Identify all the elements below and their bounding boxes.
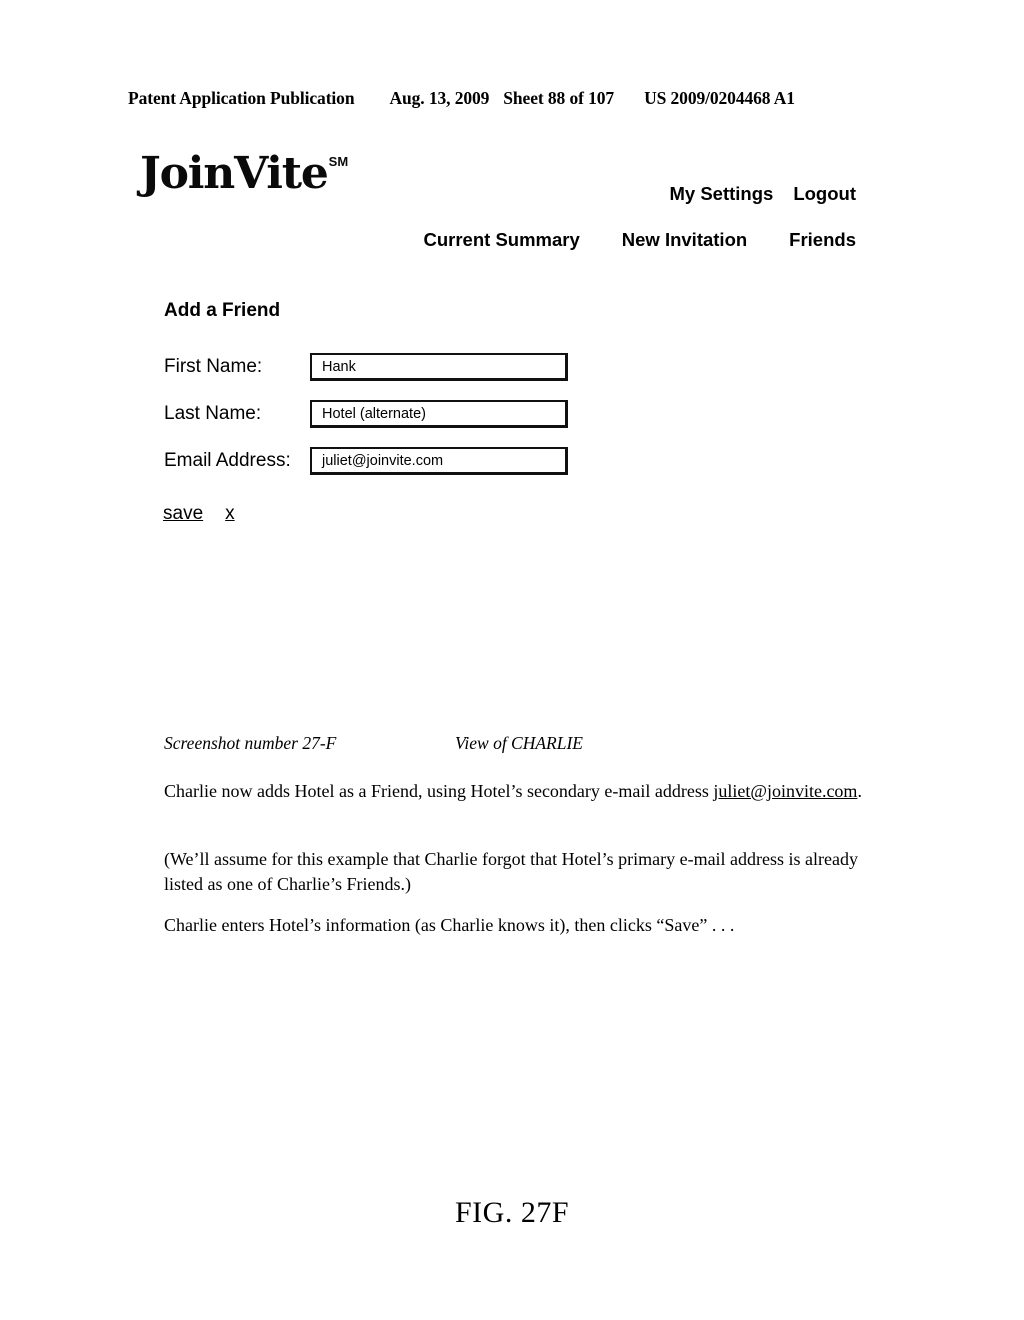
last-name-label: Last Name: — [164, 403, 262, 424]
last-name-value: Hotel (alternate) — [322, 405, 426, 422]
last-name-input[interactable]: Hotel (alternate) — [310, 400, 568, 428]
form-actions: save x — [163, 503, 235, 525]
cancel-link[interactable]: x — [225, 503, 235, 525]
first-name-value: Hank — [322, 358, 356, 375]
first-name-label: First Name: — [164, 356, 263, 377]
description-paragraph-2: (We’ll assume for this example that Char… — [164, 849, 859, 894]
paragraph-1-text-before: Charlie now adds Hotel as a Friend, usin… — [164, 781, 714, 801]
account-nav: My Settings Logout — [0, 183, 857, 205]
nav-logout[interactable]: Logout — [793, 183, 856, 205]
description-paragraph-3: Charlie enters Hotel’s information (as C… — [164, 915, 735, 935]
last-name-row: Last Name: Hotel (alternate) — [164, 399, 568, 429]
service-mark-superscript: SM — [328, 154, 349, 169]
nav-friends[interactable]: Friends — [789, 229, 856, 251]
description-paragraph-1: Charlie now adds Hotel as a Friend, usin… — [164, 779, 879, 804]
figure-label: FIG. 27F — [454, 1196, 570, 1229]
email-address-row: Email Address: juliet@joinvite.com — [164, 446, 568, 476]
email-address-input[interactable]: juliet@joinvite.com — [310, 447, 568, 475]
add-friend-heading: Add a Friend — [164, 300, 281, 321]
paragraph-1-email-link[interactable]: juliet@joinvite.com — [713, 781, 857, 801]
email-address-label: Email Address: — [164, 450, 291, 471]
screenshot-number: Screenshot number 27-F — [164, 733, 337, 753]
main-nav: Current Summary New Invitation Friends — [0, 229, 857, 251]
email-address-value: juliet@joinvite.com — [322, 452, 444, 469]
paragraph-1-text-after: . — [857, 781, 862, 801]
nav-current-summary[interactable]: Current Summary — [424, 229, 580, 251]
first-name-input[interactable]: Hank — [310, 353, 568, 381]
save-link[interactable]: save — [163, 503, 203, 525]
nav-my-settings[interactable]: My Settings — [670, 183, 774, 205]
screenshot-caption: Screenshot number 27-F View of CHARLIE — [164, 733, 884, 754]
nav-new-invitation[interactable]: New Invitation — [622, 229, 747, 251]
app-screenshot: JoinViteSM My Settings Logout Current Su… — [0, 0, 1024, 1320]
first-name-row: First Name: Hank — [164, 352, 568, 382]
view-of-label: View of CHARLIE — [455, 733, 583, 753]
